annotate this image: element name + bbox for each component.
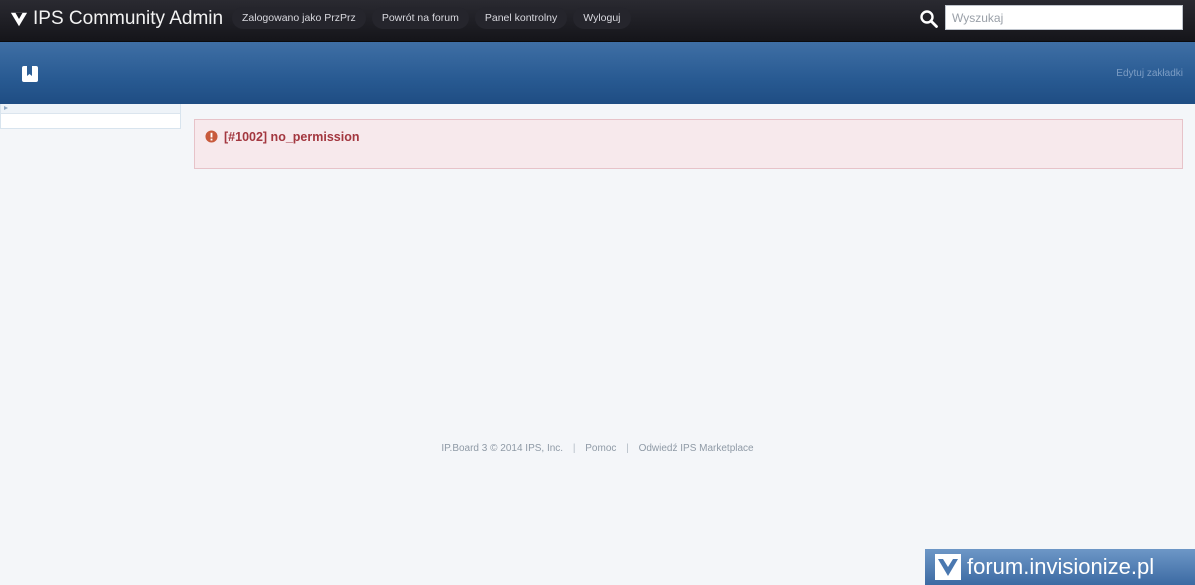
sidebar [0,104,181,129]
top-nav: Zalogowano jako PrzPrz Powrót na forum P… [232,7,631,29]
error-text: [#1002] no_permission [224,130,360,144]
ips-logo-icon [935,554,961,580]
watermark: forum.invisionize.pl [925,549,1195,585]
search-icon[interactable] [919,9,939,29]
error-message-box: [#1002] no_permission [194,119,1183,169]
footer-help-link[interactable]: Pomoc [585,443,616,454]
footer-separator: | [572,443,576,454]
top-bar: IPS Community Admin Zalogowano jako PrzP… [0,0,1195,42]
header-band: Edytuj zakładki [0,42,1195,104]
exclamation-circle-icon [205,130,218,143]
nav-logged-in-as[interactable]: Zalogowano jako PrzPrz [232,7,366,29]
expand-arrow-icon[interactable] [3,105,9,111]
bookmark-icon[interactable] [20,64,40,84]
footer-copyright: IP.Board 3 © 2014 IPS, Inc. [441,443,564,454]
footer-separator: | [626,443,629,454]
edit-bookmarks-link[interactable]: Edytuj zakładki [1116,68,1183,79]
nav-logout[interactable]: Wyloguj [573,7,631,29]
nav-control-panel[interactable]: Panel kontrolny [474,7,568,29]
ips-logo-icon [10,12,28,27]
brand[interactable]: IPS Community Admin [10,6,223,32]
sidebar-header [1,104,180,114]
search-input[interactable] [945,5,1183,30]
footer-marketplace-link[interactable]: Odwiedź IPS Marketplace [639,443,754,454]
brand-title: IPS Community Admin [33,8,224,29]
footer: IP.Board 3 © 2014 IPS, Inc. | Pomoc | Od… [0,443,1195,454]
nav-back-to-forum[interactable]: Powrót na forum [371,7,469,29]
watermark-text: forum.invisionize.pl [967,554,1155,579]
